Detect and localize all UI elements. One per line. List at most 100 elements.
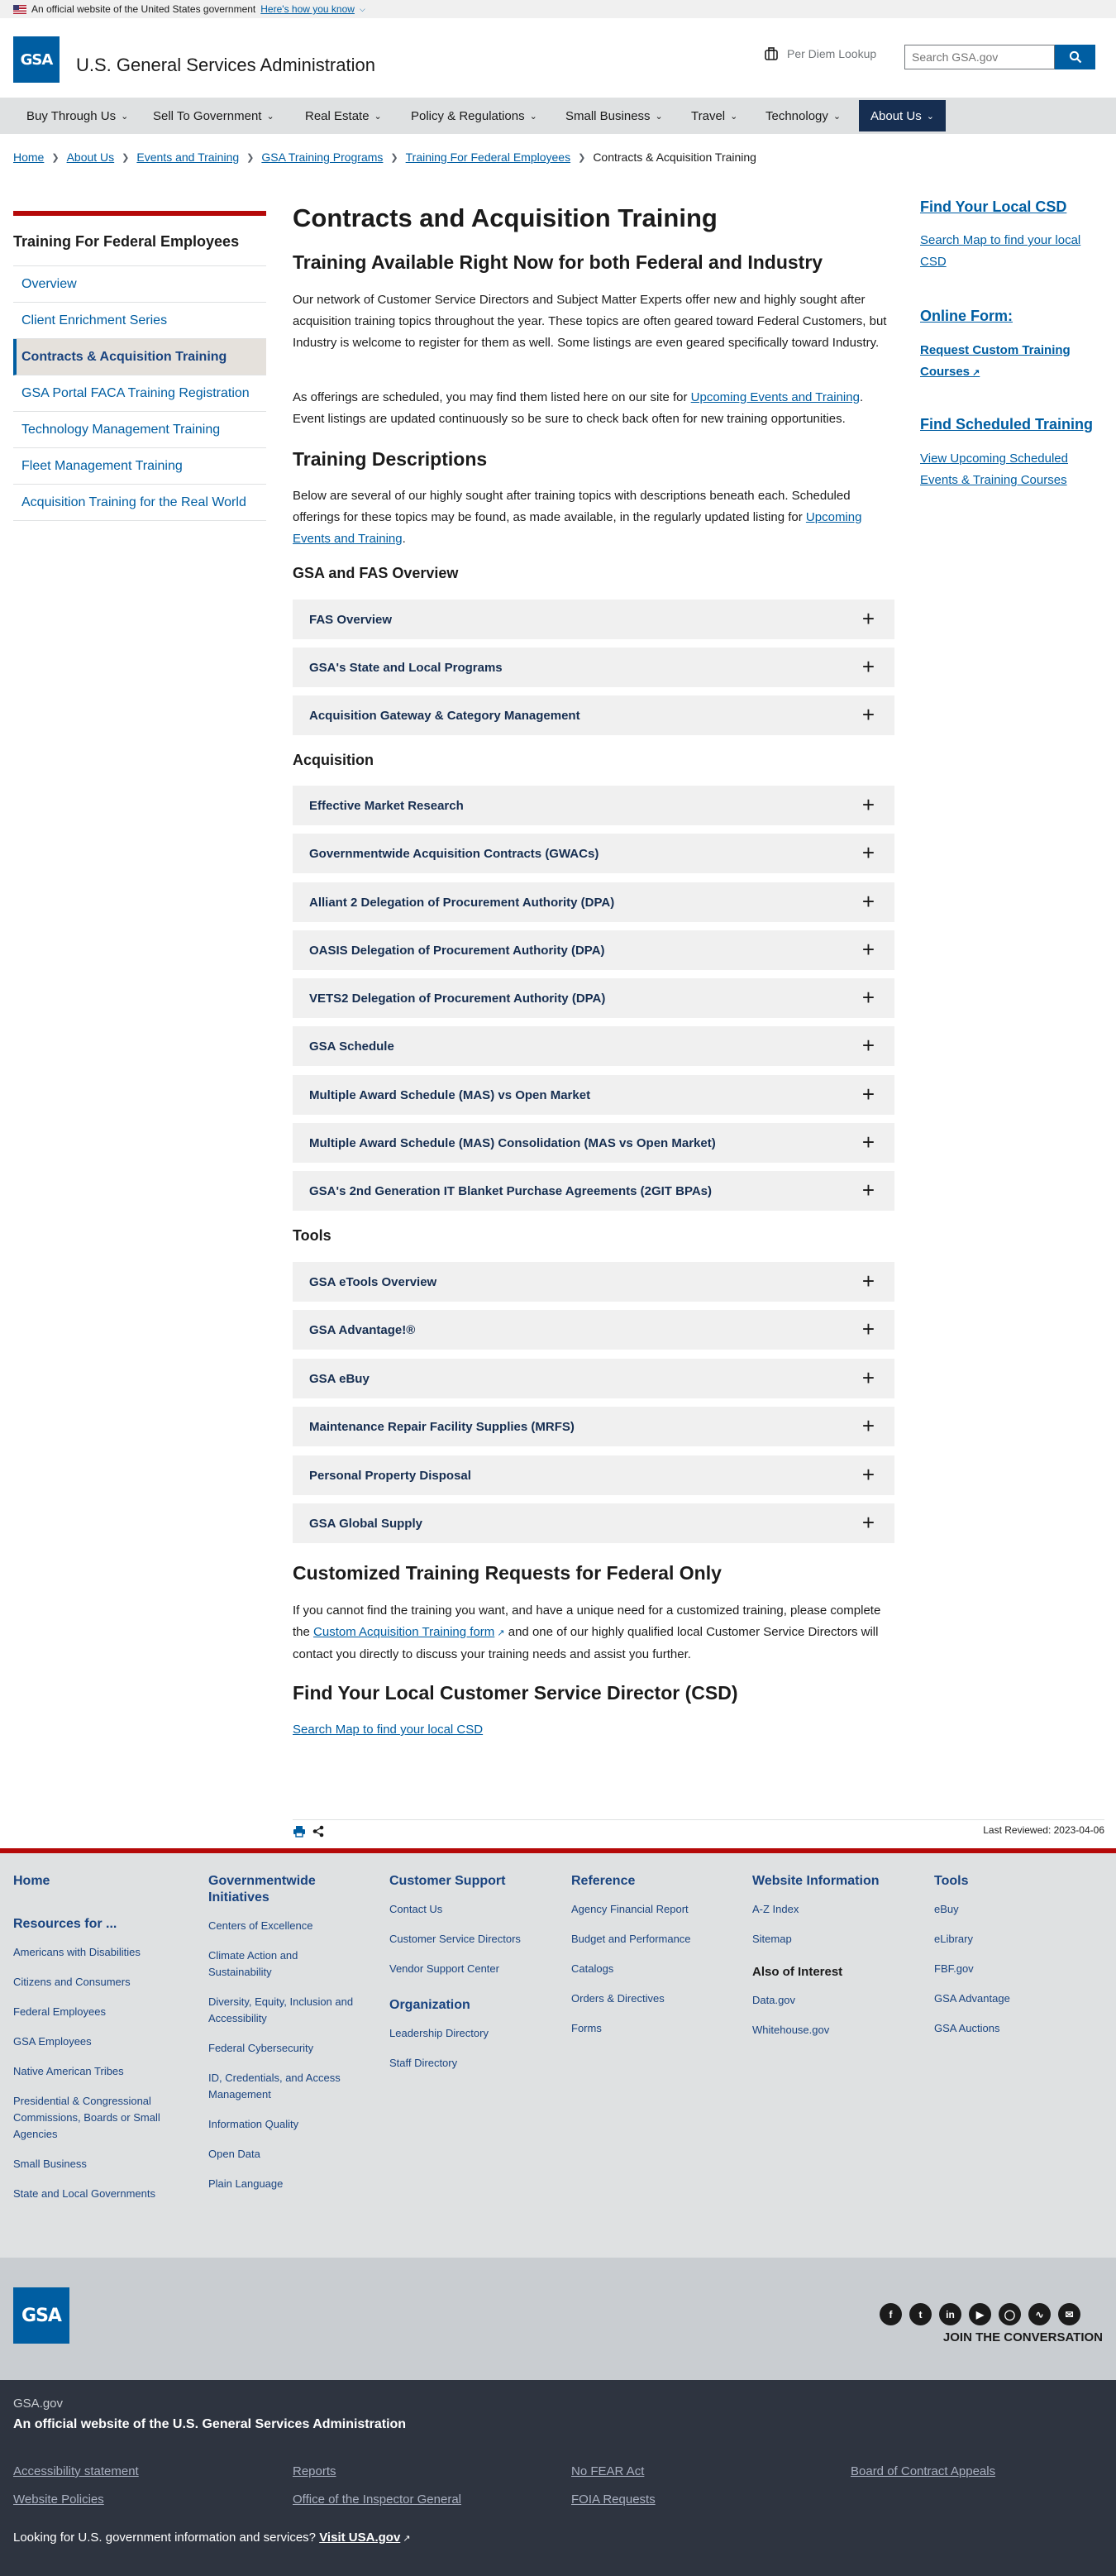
footer-link[interactable]: Sitemap (752, 1931, 926, 1948)
footer-link[interactable]: Climate Action and Sustainability (208, 1948, 357, 1981)
accordion-global-supply[interactable]: GSA Global Supply + (293, 1503, 894, 1543)
email-icon[interactable]: ✉ (1058, 2303, 1080, 2325)
identifier-link-website-policies[interactable]: Website Policies (13, 2492, 104, 2507)
identifier-link-foia[interactable]: FOIA Requests (571, 2492, 656, 2507)
footer-link[interactable]: Leadership Directory (389, 2025, 563, 2042)
visit-usa-gov-link[interactable]: Visit USA.gov (319, 2531, 400, 2545)
footer-link[interactable]: Centers of Excellence (208, 1918, 357, 1934)
share-icon[interactable] (312, 1825, 324, 1841)
footer-link[interactable]: Federal Cybersecurity (208, 2040, 357, 2057)
footer-link[interactable]: Vendor Support Center (389, 1961, 563, 1977)
footer-link[interactable]: State and Local Governments (13, 2186, 187, 2202)
breadcrumb-about-us[interactable]: About Us (67, 151, 115, 164)
footer-link[interactable]: A-Z Index (752, 1901, 926, 1918)
footer-link[interactable]: Native American Tribes (13, 2063, 187, 2080)
side-item-client-enrichment[interactable]: Client Enrichment Series (13, 303, 266, 339)
accordion-fas-overview[interactable]: FAS Overview + (293, 600, 894, 639)
nav-buy-through-us[interactable]: Buy Through Us ⌄ (15, 98, 140, 134)
breadcrumb-federal-employees[interactable]: Training For Federal Employees (406, 151, 570, 164)
nav-about-us[interactable]: About Us ⌄ (859, 100, 946, 131)
side-item-contracts-acquisition[interactable]: Contracts & Acquisition Training (13, 339, 266, 375)
right-search-map-link[interactable]: Search Map to find your local CSD (920, 230, 1090, 273)
footer-link[interactable]: Federal Employees (13, 2004, 187, 2020)
linkedin-icon[interactable]: in (939, 2303, 961, 2325)
footer-link[interactable]: Citizens and Consumers (13, 1974, 187, 1991)
identifier-link-reports[interactable]: Reports (293, 2464, 336, 2478)
right-view-upcoming-link[interactable]: View Upcoming Scheduled Events & Trainin… (920, 448, 1073, 491)
gsa-logo[interactable]: GSA (13, 36, 60, 83)
rss-icon[interactable]: ∿ (1028, 2303, 1051, 2325)
search-input[interactable] (904, 45, 1055, 69)
per-diem-lookup[interactable]: Per Diem Lookup (764, 46, 876, 61)
footer-link[interactable]: GSA Employees (13, 2034, 187, 2050)
accordion-state-local[interactable]: GSA's State and Local Programs + (293, 648, 894, 687)
instagram-icon[interactable]: ◯ (999, 2303, 1021, 2325)
footer-link[interactable]: Open Data (208, 2146, 357, 2163)
nav-technology[interactable]: Technology ⌄ (754, 98, 852, 134)
custom-training-form-link[interactable]: Custom Acquisition Training form (313, 1625, 494, 1639)
accordion-gwacs[interactable]: Governmentwide Acquisition Contracts (GW… (293, 834, 894, 873)
footer-link[interactable]: eBuy (934, 1901, 1108, 1918)
footer-link[interactable]: Customer Service Directors (389, 1931, 563, 1948)
footer-link[interactable]: ID, Credentials, and Access Management (208, 2070, 357, 2103)
nav-sell-to-government[interactable]: Sell To Government ⌄ (141, 98, 286, 134)
accordion-property-disposal[interactable]: Personal Property Disposal + (293, 1455, 894, 1495)
footer-link[interactable]: Presidential & Congressional Commissions… (13, 2093, 187, 2143)
breadcrumb-training-programs[interactable]: GSA Training Programs (261, 151, 383, 164)
breadcrumb-home[interactable]: Home (13, 151, 44, 164)
footer-link[interactable]: GSA Advantage (934, 1991, 1108, 2007)
right-find-csd-title[interactable]: Find Your Local CSD (920, 198, 1066, 216)
youtube-icon[interactable]: ▶ (969, 2303, 991, 2325)
site-title[interactable]: U.S. General Services Administration (76, 55, 375, 76)
footer-link[interactable]: Whitehouse.gov (752, 2022, 926, 2038)
accordion-mrfs[interactable]: Maintenance Repair Facility Supplies (MR… (293, 1407, 894, 1446)
footer-link[interactable]: Forms (571, 2020, 745, 2037)
footer-link[interactable]: Americans with Disabilities (13, 1944, 187, 1961)
twitter-icon[interactable]: t (909, 2303, 932, 2325)
accordion-vets2[interactable]: VETS2 Delegation of Procurement Authorit… (293, 978, 894, 1018)
gov-banner-link[interactable]: Here's how you know (260, 3, 355, 15)
footer-link[interactable]: Agency Financial Report (571, 1901, 745, 1918)
nav-real-estate[interactable]: Real Estate ⌄ (293, 98, 393, 134)
identifier-link-inspector-general[interactable]: Office of the Inspector General (293, 2492, 461, 2507)
nav-travel[interactable]: Travel ⌄ (680, 98, 749, 134)
right-online-form-title[interactable]: Online Form: (920, 308, 1013, 325)
footer-link[interactable]: FBF.gov (934, 1961, 1108, 1977)
footer-link[interactable]: Small Business (13, 2156, 187, 2172)
accordion-mas-vs-open[interactable]: Multiple Award Schedule (MAS) vs Open Ma… (293, 1075, 894, 1115)
identifier-link-no-fear[interactable]: No FEAR Act (571, 2464, 644, 2478)
accordion-advantage[interactable]: GSA Advantage!® + (293, 1310, 894, 1350)
accordion-oasis[interactable]: OASIS Delegation of Procurement Authorit… (293, 930, 894, 970)
accordion-market-research[interactable]: Effective Market Research + (293, 786, 894, 825)
nav-small-business[interactable]: Small Business ⌄ (554, 98, 675, 134)
accordion-mas-consolidation[interactable]: Multiple Award Schedule (MAS) Consolidat… (293, 1123, 894, 1163)
identifier-link-accessibility[interactable]: Accessibility statement (13, 2464, 139, 2478)
upcoming-events-link[interactable]: Upcoming Events and Training (691, 390, 860, 404)
footer-link[interactable]: Plain Language (208, 2176, 357, 2192)
footer-link[interactable]: GSA Auctions (934, 2020, 1108, 2037)
print-icon[interactable] (293, 1825, 306, 1841)
accordion-acquisition-gateway[interactable]: Acquisition Gateway & Category Managemen… (293, 695, 894, 735)
accordion-alliant2[interactable]: Alliant 2 Delegation of Procurement Auth… (293, 882, 894, 922)
side-item-faca-registration[interactable]: GSA Portal FACA Training Registration (13, 375, 266, 412)
right-find-scheduled-title[interactable]: Find Scheduled Training (920, 416, 1093, 433)
side-item-fleet-management[interactable]: Fleet Management Training (13, 448, 266, 485)
accordion-gsa-schedule[interactable]: GSA Schedule + (293, 1026, 894, 1066)
footer-link[interactable]: Diversity, Equity, Inclusion and Accessi… (208, 1994, 357, 2027)
accordion-etools[interactable]: GSA eTools Overview + (293, 1262, 894, 1302)
accordion-ebuy[interactable]: GSA eBuy + (293, 1359, 894, 1398)
right-request-custom-link[interactable]: Request Custom Training Courses ↗ (920, 340, 1085, 384)
search-map-csd-link[interactable]: Search Map to find your local CSD (293, 1723, 483, 1737)
footer-link[interactable]: Orders & Directives (571, 1991, 745, 2007)
footer-home-link[interactable]: Home (13, 1873, 187, 1890)
footer-gsa-logo[interactable]: GSA (13, 2287, 69, 2344)
footer-link[interactable]: Staff Directory (389, 2055, 563, 2072)
identifier-link-board-appeals[interactable]: Board of Contract Appeals (851, 2464, 995, 2478)
side-item-technology-management[interactable]: Technology Management Training (13, 412, 266, 448)
accordion-2git-bpas[interactable]: GSA's 2nd Generation IT Blanket Purchase… (293, 1171, 894, 1211)
footer-link[interactable]: eLibrary (934, 1931, 1108, 1948)
breadcrumb-events[interactable]: Events and Training (136, 151, 239, 164)
facebook-icon[interactable]: f (880, 2303, 902, 2325)
footer-link[interactable]: Contact Us (389, 1901, 563, 1918)
footer-link[interactable]: Budget and Performance (571, 1931, 745, 1948)
